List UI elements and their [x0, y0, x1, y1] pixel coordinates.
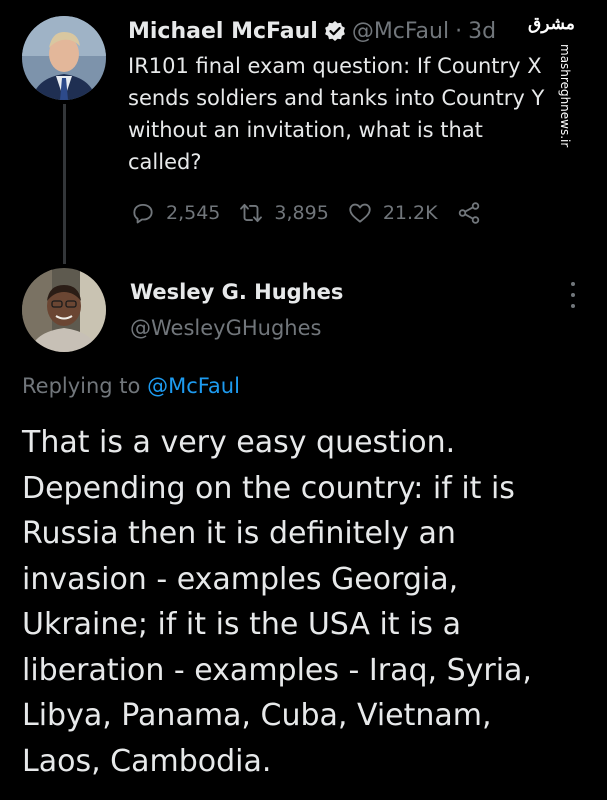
- reply-text-line: Russia then it is definitely an: [22, 516, 456, 551]
- replying-prefix: Replying to: [22, 374, 141, 398]
- like-button[interactable]: 21.2K: [347, 200, 438, 226]
- tweet-text-line: without an invitation, what is that: [128, 118, 483, 142]
- share-icon: [458, 202, 479, 224]
- reply-text-line: invasion - examples Georgia,: [22, 561, 459, 597]
- watermark-logo: مشرق: [528, 14, 575, 34]
- tweet-timestamp[interactable]: 3d: [468, 19, 496, 44]
- reply-text-line: That is a very easy question.: [22, 425, 456, 460]
- reply-text-line: Ukraine; if it is the USA it is a: [22, 607, 461, 642]
- replying-to: Replying to @McFaul: [22, 374, 240, 398]
- tweet-action-bar: 2,545 3,895 21.2K: [130, 196, 500, 230]
- reply-author-name[interactable]: Wesley G. Hughes: [130, 280, 343, 304]
- tweet-header: Michael McFaul @McFaul · 3d: [128, 14, 496, 48]
- reply-author-handle[interactable]: @WesleyGHughes: [130, 316, 321, 340]
- hughes-avatar[interactable]: [22, 268, 106, 352]
- retweet-button[interactable]: 3,895: [238, 200, 329, 226]
- replying-to-link[interactable]: @McFaul: [147, 374, 240, 398]
- tweet-author-handle[interactable]: @McFaul: [352, 19, 449, 44]
- tweet-text-line: called?: [128, 150, 202, 174]
- tweet-text-line: IR101 final exam question: If Country X: [128, 54, 542, 78]
- share-button[interactable]: [456, 200, 482, 226]
- reply-count: 2,545: [166, 202, 221, 224]
- tweet-thread-screenshot: Michael McFaul @McFaul · 3d IR101 final …: [0, 0, 607, 800]
- reply-text: That is a very easy question. Depending …: [22, 420, 592, 784]
- retweet-count: 3,895: [274, 202, 329, 224]
- tweet-text-line: sends soldiers and tanks into Country Y: [128, 86, 545, 110]
- heart-icon: [349, 203, 371, 223]
- watermark-site: mashreghnews.ir: [558, 44, 572, 148]
- source-watermark: مشرق mashreghnews.ir: [528, 14, 575, 147]
- mcfaul-avatar[interactable]: [22, 16, 106, 100]
- like-count: 21.2K: [382, 202, 438, 224]
- reply-text-line: Depending on the country: if it is: [22, 470, 515, 506]
- reply-icon: [133, 203, 153, 224]
- more-options-icon[interactable]: [566, 282, 580, 308]
- verified-badge-icon: [324, 20, 346, 42]
- tweet-text: IR101 final exam question: If Country X …: [128, 50, 573, 178]
- reply-text-line: liberation - examples - Iraq, Syria,: [22, 652, 532, 688]
- reply-text-line: Laos, Cambodia.: [22, 743, 272, 779]
- retweet-icon: [240, 203, 263, 223]
- thread-connector-line: [63, 104, 66, 264]
- tweet-author-name[interactable]: Michael McFaul: [128, 19, 318, 44]
- reply-text-line: Libya, Panama, Cuba, Vietnam,: [22, 698, 492, 733]
- header-separator: ·: [455, 18, 463, 44]
- reply-button[interactable]: 2,545: [130, 200, 220, 226]
